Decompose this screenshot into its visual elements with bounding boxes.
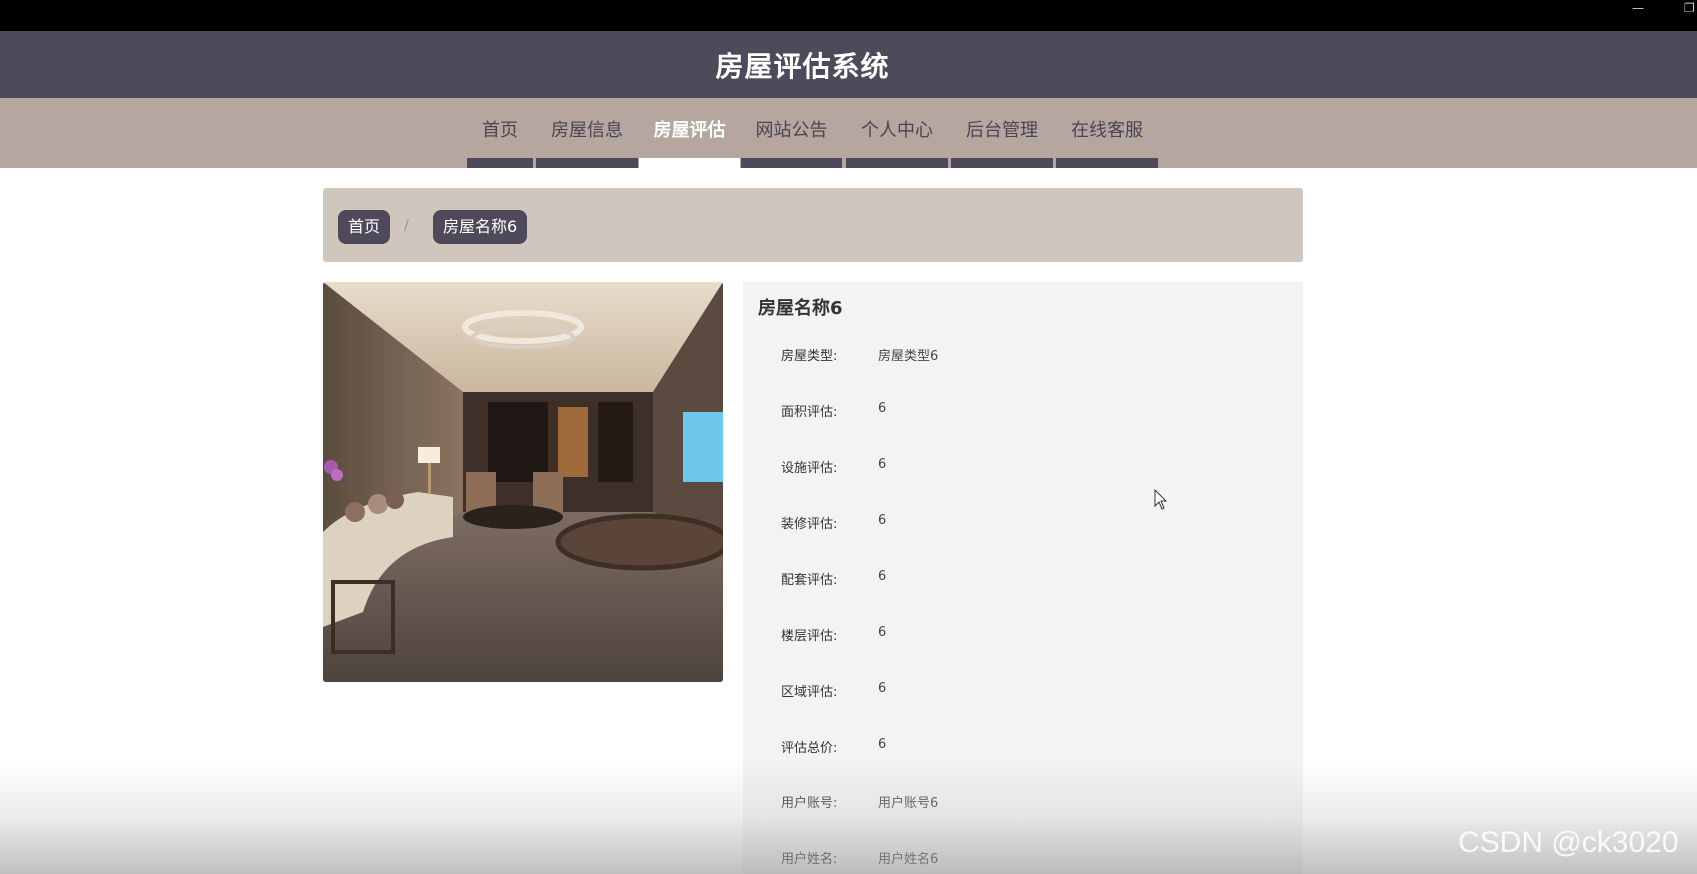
nav-item-label: 个人中心 <box>861 120 933 141</box>
field-value: 用户账号6 <box>878 796 939 811</box>
main-nav: 首页 房屋信息 房屋评估 网站公告 个人中心 后台管理 在线客服 <box>0 98 1697 168</box>
field-label: 用户账号: <box>781 796 838 811</box>
field-region-evaluation: 区域评估: 6 <box>743 681 1303 705</box>
site-title: 房屋评估系统 <box>715 49 890 83</box>
field-label: 配套评估: <box>781 573 838 588</box>
nav-item-personal-center[interactable]: 个人中心 <box>846 98 948 168</box>
field-value: 6 <box>878 737 887 752</box>
field-value: 6 <box>878 681 887 696</box>
field-label: 房屋类型: <box>781 349 838 364</box>
field-label: 评估总价: <box>781 741 838 756</box>
site-header: 房屋评估系统 <box>0 31 1697 98</box>
nav-item-house-evaluation[interactable]: 房屋评估 <box>639 98 740 168</box>
field-label: 楼层评估: <box>781 629 838 644</box>
field-label: 用户姓名: <box>781 852 838 867</box>
field-value: 用户姓名6 <box>878 852 939 867</box>
field-facility-evaluation: 设施评估: 6 <box>743 457 1303 481</box>
breadcrumb-current: 房屋名称6 <box>433 210 528 244</box>
nav-item-label: 网站公告 <box>755 120 828 141</box>
nav-underline <box>536 158 638 168</box>
nav-underline <box>467 158 533 168</box>
field-label: 装修评估: <box>781 517 838 532</box>
nav-item-online-service[interactable]: 在线客服 <box>1056 98 1158 168</box>
detail-panel: 房屋名称6 房屋类型: 房屋类型6 面积评估: 6 设施评估: 6 装修评估: … <box>743 282 1303 874</box>
living-room-photo <box>323 282 723 682</box>
field-user-name: 用户姓名: 用户姓名6 <box>743 848 1303 872</box>
nav-item-label: 在线客服 <box>1071 120 1143 141</box>
field-total-price: 评估总价: 6 <box>743 737 1303 761</box>
house-image <box>323 282 723 682</box>
field-value: 6 <box>878 513 887 528</box>
field-user-account: 用户账号: 用户账号6 <box>743 792 1303 816</box>
field-value: 6 <box>878 569 887 584</box>
field-label: 区域评估: <box>781 685 838 700</box>
field-house-type: 房屋类型: 房屋类型6 <box>743 345 1303 369</box>
nav-item-label: 首页 <box>482 120 518 141</box>
field-floor-evaluation: 楼层评估: 6 <box>743 625 1303 649</box>
nav-underline <box>741 158 842 168</box>
nav-item-announcements[interactable]: 网站公告 <box>741 98 842 168</box>
nav-underline <box>951 158 1053 168</box>
breadcrumb-separator: / <box>404 218 409 234</box>
field-value: 房屋类型6 <box>878 349 939 364</box>
field-value: 6 <box>878 457 887 472</box>
mouse-cursor-icon <box>1154 489 1168 510</box>
nav-item-house-info[interactable]: 房屋信息 <box>536 98 638 168</box>
nav-item-home[interactable]: 首页 <box>467 98 533 168</box>
page: — ❐ 房屋评估系统 首页 房屋信息 房屋评估 网站公告 个人中心 后台管理 在… <box>0 0 1697 874</box>
breadcrumb: 首页 / 房屋名称6 <box>323 188 1303 262</box>
nav-underline <box>639 158 740 168</box>
field-area-evaluation: 面积评估: 6 <box>743 401 1303 425</box>
nav-item-label: 后台管理 <box>966 120 1038 141</box>
field-value: 6 <box>878 401 887 416</box>
nav-item-admin[interactable]: 后台管理 <box>951 98 1053 168</box>
field-amenities-evaluation: 配套评估: 6 <box>743 569 1303 593</box>
field-label: 设施评估: <box>781 461 838 476</box>
nav-item-label: 房屋信息 <box>551 120 623 141</box>
nav-item-label: 房屋评估 <box>653 120 726 141</box>
watermark: CSDN @ck3020 <box>1458 826 1679 859</box>
breadcrumb-home[interactable]: 首页 <box>338 210 391 244</box>
house-name: 房屋名称6 <box>758 298 843 319</box>
maximize-icon[interactable]: ❐ <box>1684 2 1695 14</box>
nav-underline <box>846 158 948 168</box>
nav-underline <box>1056 158 1158 168</box>
field-value: 6 <box>878 625 887 640</box>
minimize-icon[interactable]: — <box>1632 2 1644 14</box>
field-label: 面积评估: <box>781 405 838 420</box>
field-decoration-evaluation: 装修评估: 6 <box>743 513 1303 537</box>
os-title-bar: — ❐ <box>0 0 1697 31</box>
